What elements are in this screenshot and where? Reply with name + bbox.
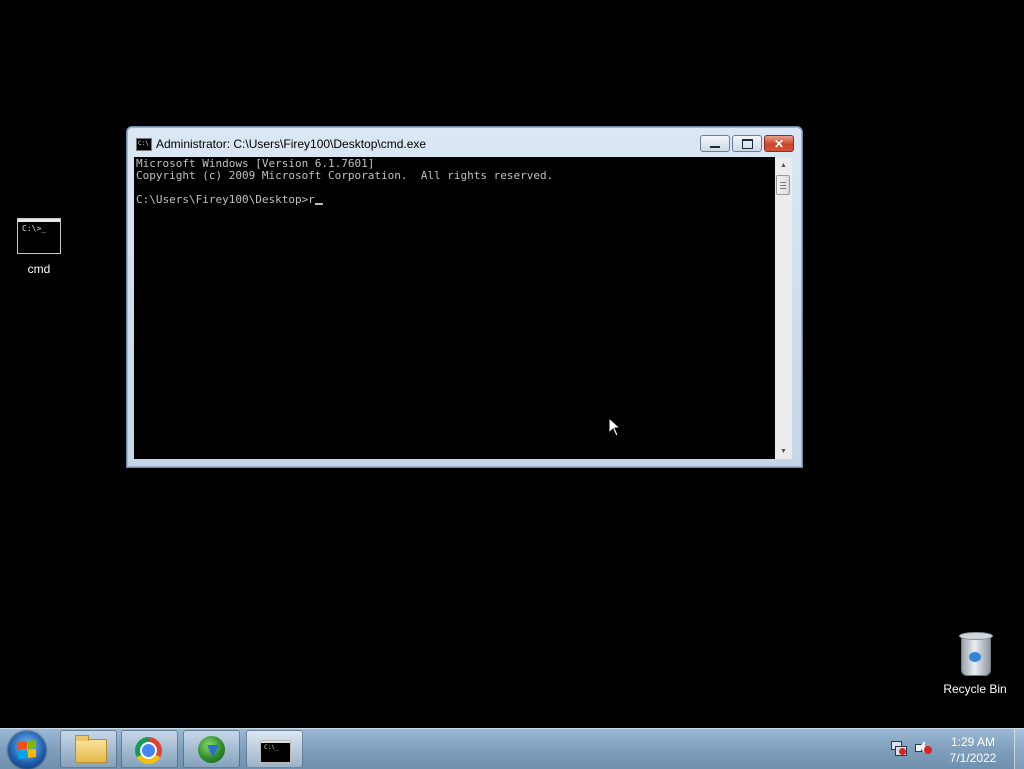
- close-icon: ✕: [773, 136, 785, 151]
- taskbar-command-prompt[interactable]: C:\_: [246, 730, 303, 768]
- recycle-bin-icon: [957, 630, 993, 676]
- cmd-window[interactable]: C:\ Administrator: C:\Users\Firey100\Des…: [126, 126, 803, 468]
- clock-date: 7/1/2022: [949, 751, 997, 765]
- mouse-pointer-icon: [608, 417, 622, 437]
- minimize-icon: [710, 145, 720, 148]
- volume-muted-icon[interactable]: [914, 739, 932, 755]
- text-cursor: [314, 194, 323, 205]
- maximize-icon: [741, 138, 753, 149]
- console-area[interactable]: Microsoft Windows [Version 6.1.7601] Cop…: [134, 157, 792, 459]
- console-prompt-line: C:\Users\Firey100\Desktop>r: [136, 194, 776, 206]
- caption-buttons: ✕: [698, 135, 794, 153]
- show-desktop-button[interactable]: [1014, 729, 1024, 769]
- windows-logo-icon: [18, 740, 36, 759]
- console-output[interactable]: Microsoft Windows [Version 6.1.7601] Cop…: [135, 157, 776, 460]
- window-title: Administrator: C:\Users\Firey100\Desktop…: [156, 137, 427, 151]
- taskbar-windows-explorer[interactable]: [60, 730, 117, 768]
- scroll-up-arrow-icon[interactable]: ▲: [775, 157, 792, 173]
- command-prompt-icon: C:\_: [260, 740, 291, 763]
- desktop-icon-label: cmd: [27, 262, 51, 276]
- notification-area: [890, 739, 932, 759]
- download-manager-icon: [198, 736, 225, 763]
- desktop-icon-cmd[interactable]: C:\>_ cmd: [1, 218, 77, 276]
- folder-icon: [75, 735, 107, 763]
- console-prompt: C:\Users\Firey100\Desktop>r: [136, 193, 315, 206]
- close-button[interactable]: ✕: [764, 135, 794, 152]
- title-bar[interactable]: C:\ Administrator: C:\Users\Firey100\Des…: [127, 127, 802, 157]
- scroll-down-arrow-icon[interactable]: ▼: [775, 443, 792, 459]
- minimize-button[interactable]: [700, 135, 730, 152]
- scrollbar-thumb[interactable]: [776, 175, 790, 195]
- system-clock[interactable]: 1:29 AM 7/1/2022: [940, 734, 1006, 766]
- clock-time: 1:29 AM: [950, 735, 996, 749]
- command-prompt-icon[interactable]: C:\: [136, 138, 152, 151]
- maximize-button[interactable]: [732, 135, 762, 152]
- taskbar-google-chrome[interactable]: [121, 730, 178, 768]
- start-button[interactable]: [8, 731, 46, 769]
- chrome-icon: [135, 737, 162, 764]
- console-line: Copyright (c) 2009 Microsoft Corporation…: [136, 169, 554, 182]
- network-disconnected-icon[interactable]: [890, 739, 907, 756]
- command-prompt-icon: C:\>_: [17, 218, 61, 254]
- desktop-icon-recycle-bin[interactable]: Recycle Bin: [937, 630, 1013, 696]
- vertical-scrollbar[interactable]: ▲ ▼: [775, 157, 792, 459]
- taskbar-internet-download-manager[interactable]: [183, 730, 240, 768]
- desktop-icon-label: Recycle Bin: [943, 682, 1007, 696]
- taskbar: C:\_ 1:29 AM 7/1/2022: [0, 728, 1024, 769]
